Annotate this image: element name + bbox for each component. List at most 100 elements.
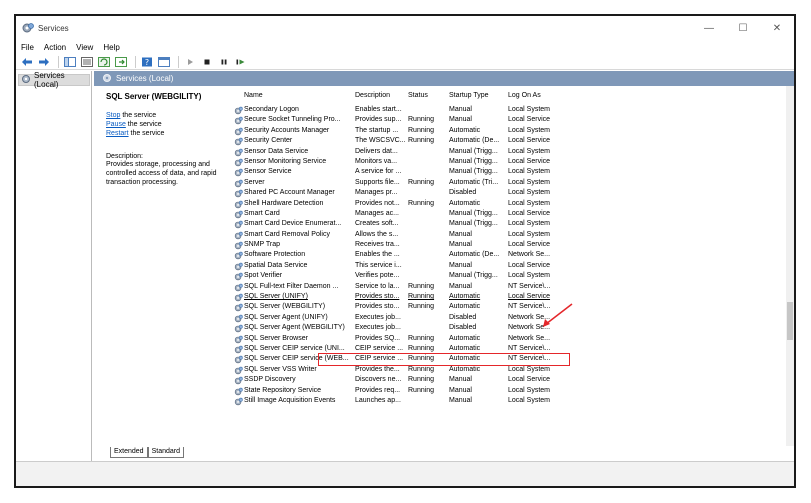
status-bar <box>16 461 794 486</box>
service-row[interactable]: Sensor Service A service for ... Manual (T… <box>232 167 786 177</box>
restart-service-icon[interactable] <box>234 56 248 68</box>
help-icon[interactable]: ? <box>140 56 154 68</box>
cell-startup: Manual <box>449 396 472 404</box>
column-header-row: Name Description Status Startup Type Log… <box>232 90 786 102</box>
stop-service-icon[interactable] <box>200 56 214 68</box>
service-row[interactable]: SSDP Discovery Discovers ne... Running Manu… <box>232 375 786 385</box>
cell-name: Smart Card Device Enumerat... <box>244 220 342 228</box>
menu-bar: File Action View Help <box>16 40 794 54</box>
service-row[interactable]: Smart Card Device Enumerat... Creates sof… <box>232 219 786 229</box>
console-tree: Services (Local) <box>16 71 92 461</box>
tab-standard[interactable]: Standard <box>147 447 185 458</box>
cell-desc: Creates soft... <box>355 220 399 228</box>
cell-name: Still Image Acquisition Events <box>244 396 336 404</box>
service-row[interactable]: Spatial Data Service This service i... Man… <box>232 261 786 271</box>
cell-logon: Local Service <box>508 209 551 217</box>
cell-logon: Local System <box>508 147 551 155</box>
service-row[interactable]: Shared PC Account Manager Manages pr... Di… <box>232 188 786 198</box>
cell-logon: Local Service <box>508 116 551 124</box>
services-pane: Services (Local) SQL Server (WEBGILITY) … <box>94 71 794 461</box>
stop-service-action: Stop the service <box>106 111 226 120</box>
cell-logon: Network Se... <box>508 251 551 259</box>
cell-status: Running <box>408 365 435 373</box>
column-header-description[interactable]: Description <box>355 92 390 99</box>
column-header-log-on-as[interactable]: Log On As <box>508 92 541 99</box>
tree-item-services-local[interactable]: Services (Local) <box>18 71 90 89</box>
export-list-icon[interactable] <box>114 56 128 68</box>
cell-name: SQL Server (WEBGILITY) <box>244 303 326 311</box>
service-row[interactable]: SQL Server VSS Writer Provides the... Runn… <box>232 365 786 375</box>
service-row[interactable]: Smart Card Removal Policy Allows the s...… <box>232 230 786 240</box>
service-row[interactable]: Spot Verifier Verifies pote... Manual (Tri… <box>232 271 786 281</box>
cell-name: Smart Card <box>244 209 280 217</box>
pause-service-icon[interactable] <box>217 56 231 68</box>
stop-link[interactable]: Stop <box>106 112 120 119</box>
cell-status: Running <box>408 282 435 290</box>
maximize-button[interactable]: ☐ <box>726 16 760 40</box>
service-row[interactable]: Sensor Monitoring Service Monitors va... M… <box>232 157 786 167</box>
column-header-name[interactable]: Name <box>244 92 263 99</box>
cell-name: Software Protection <box>244 251 306 259</box>
restart-link[interactable]: Restart <box>106 130 129 137</box>
cell-logon: Network Se... <box>508 324 551 332</box>
service-row[interactable]: SQL Full-text Filter Daemon ... Service t… <box>232 282 786 292</box>
service-gear-icon <box>234 220 243 229</box>
column-header-status[interactable]: Status <box>408 92 428 99</box>
service-row[interactable]: SQL Server Agent (WEBGILITY) Executes job… <box>232 323 786 333</box>
service-row[interactable]: SQL Server Agent (UNIFY) Executes job... D… <box>232 313 786 323</box>
scrollbar-thumb[interactable] <box>787 302 793 340</box>
service-row[interactable]: Software Protection Enables the ... Automa… <box>232 250 786 260</box>
service-row[interactable]: Shell Hardware Detection Provides not... R… <box>232 199 786 209</box>
start-service-icon[interactable] <box>183 56 197 68</box>
menu-view[interactable]: View <box>76 43 93 52</box>
menu-file[interactable]: File <box>21 43 34 52</box>
minimize-button[interactable]: — <box>692 16 726 40</box>
cell-startup: Automatic (Tri... <box>449 178 499 186</box>
service-row[interactable]: Still Image Acquisition Events Launches a… <box>232 396 786 406</box>
service-row[interactable]: Sensor Data Service Delivers dat... Manual… <box>232 147 786 157</box>
menu-help[interactable]: Help <box>103 43 119 52</box>
menu-action[interactable]: Action <box>44 43 66 52</box>
service-row[interactable]: Security Center The WSCSVC... Running Autom… <box>232 136 786 146</box>
cell-logon: Local Service <box>508 241 551 249</box>
cell-startup: Manual <box>449 106 472 113</box>
service-gear-icon <box>234 366 243 375</box>
cell-desc: The startup ... <box>355 126 399 134</box>
service-row[interactable]: SQL Server (UNIFY) Provides sto... Running… <box>232 292 786 302</box>
forward-arrow-icon[interactable] <box>37 56 51 68</box>
stop-link-rest: the service <box>120 112 157 119</box>
column-header-startup-type[interactable]: Startup Type <box>449 92 489 99</box>
service-gear-icon <box>234 189 243 198</box>
service-row[interactable]: Secure Socket Tunneling Pro... Provides s… <box>232 115 786 125</box>
cell-startup: Manual (Trigg... <box>449 157 498 165</box>
service-row[interactable]: SQL Server Browser Provides SQ... Running A… <box>232 334 786 344</box>
properties-list-icon[interactable] <box>80 56 94 68</box>
tab-extended[interactable]: Extended <box>110 447 148 458</box>
service-row[interactable]: State Repository Service Provides req... R… <box>232 386 786 396</box>
service-row[interactable]: Smart Card Manages ac... Manual (Trigg... L… <box>232 209 786 219</box>
service-gear-icon <box>234 397 243 406</box>
cell-logon: NT Service\... <box>508 303 551 311</box>
service-row[interactable]: SQL Server (WEBGILITY) Provides sto... Run… <box>232 302 786 312</box>
back-arrow-icon[interactable] <box>20 56 34 68</box>
cell-status: Running <box>408 199 435 207</box>
cell-status: Running <box>408 334 435 342</box>
cell-startup: Automatic <box>449 293 481 301</box>
vertical-scrollbar[interactable] <box>786 86 794 446</box>
restart-service-action: Restart the service <box>106 129 226 138</box>
service-gear-icon <box>234 168 243 177</box>
service-row[interactable]: SNMP Trap Receives tra... Manual Local Serv… <box>232 240 786 250</box>
cell-name: Smart Card Removal Policy <box>244 230 330 238</box>
pause-link[interactable]: Pause <box>106 121 126 128</box>
service-row[interactable]: Secondary Logon Enables start... Manual Loc… <box>232 105 786 115</box>
service-row[interactable]: Security Accounts Manager The startup ...… <box>232 126 786 136</box>
close-button[interactable]: ✕ <box>760 16 794 40</box>
view-tabs: Extended Standard <box>110 447 185 459</box>
refresh-icon[interactable] <box>97 56 111 68</box>
cell-desc: Provides not... <box>355 199 400 207</box>
show-tree-icon[interactable] <box>63 56 77 68</box>
cell-name: SQL Server Agent (UNIFY) <box>244 313 328 321</box>
service-row[interactable]: Server Supports file... Running Automatic (… <box>232 178 786 188</box>
cell-startup: Automatic <box>449 303 481 311</box>
console-icon[interactable] <box>157 56 171 68</box>
